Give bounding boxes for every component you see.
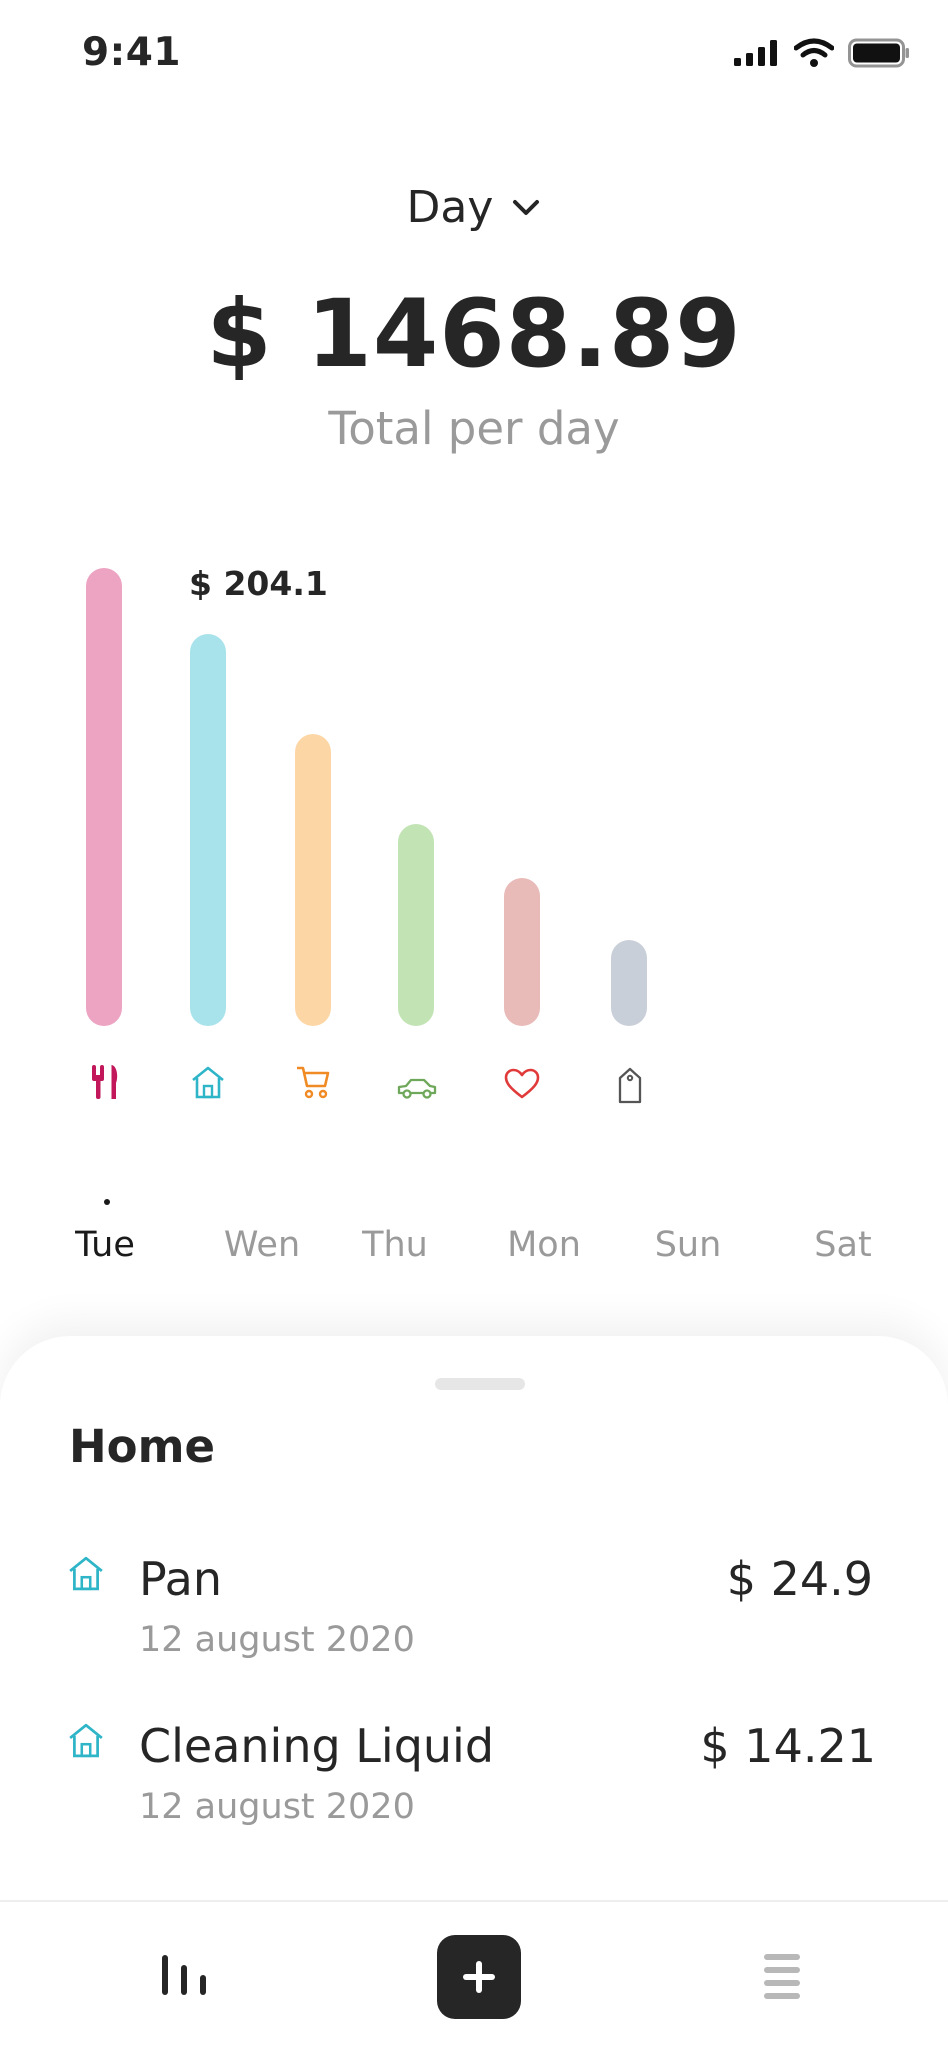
bar-food[interactable]: [86, 568, 122, 1026]
chevron-down-icon: [513, 199, 540, 215]
item-date: 12 august 2020: [139, 1620, 415, 1660]
signal-icon: [734, 40, 777, 66]
home-icon: [67, 1554, 107, 1594]
bar-health[interactable]: [504, 878, 540, 1026]
car-svg: [397, 1078, 437, 1099]
day-sat[interactable]: Sat: [814, 1225, 871, 1265]
period-selector[interactable]: Day: [0, 182, 948, 233]
day-mon[interactable]: Mon: [507, 1225, 581, 1265]
total-caption: Total per day: [328, 402, 620, 455]
item-name: Cleaning Liquid: [139, 1719, 495, 1773]
status-time: 9:41: [82, 30, 182, 75]
spending-chart: $ 204.1: [0, 540, 948, 1140]
menu-icon[interactable]: [762, 1953, 802, 2003]
cart-icon[interactable]: [293, 1060, 333, 1104]
list-item[interactable]: Cleaning Liquid 12 august 2020 $ 14.21: [0, 1707, 948, 1837]
plus-icon: [463, 1961, 495, 1993]
fork-knife-svg: [92, 1065, 118, 1099]
active-day-dot: [104, 1199, 110, 1205]
fork-knife-icon[interactable]: [85, 1060, 125, 1104]
sheet-title: Home: [69, 1420, 215, 1473]
battery-icon: [848, 38, 909, 68]
heart-icon[interactable]: [502, 1062, 542, 1106]
bar-other[interactable]: [611, 940, 647, 1026]
sheet-handle[interactable]: [435, 1378, 525, 1390]
item-amount: $ 24.9: [726, 1552, 873, 1606]
total-amount: $ 1468.89: [206, 280, 742, 389]
bar-home[interactable]: [190, 634, 226, 1026]
day-selector: Tue Wen Thu Mon Sun Sat: [0, 1225, 948, 1285]
tag-icon[interactable]: [610, 1064, 650, 1108]
heart-svg: [504, 1068, 540, 1099]
day-thu[interactable]: Thu: [362, 1225, 428, 1265]
car-icon[interactable]: [395, 1066, 439, 1110]
item-name: Pan: [139, 1552, 223, 1606]
day-tue[interactable]: Tue: [75, 1225, 135, 1265]
highlight-label: $ 204.1: [189, 564, 328, 603]
item-date: 12 august 2020: [139, 1787, 415, 1827]
home-svg: [192, 1066, 224, 1099]
bar-transport[interactable]: [398, 824, 434, 1026]
item-amount: $ 14.21: [700, 1719, 876, 1773]
home-icon[interactable]: [188, 1060, 228, 1104]
cart-svg: [297, 1066, 330, 1099]
tag-svg: [618, 1067, 642, 1104]
day-wen[interactable]: Wen: [224, 1225, 300, 1265]
add-button[interactable]: [437, 1935, 521, 2019]
home-icon: [67, 1721, 107, 1761]
wifi-icon: [794, 38, 834, 67]
period-label: Day: [406, 182, 494, 233]
list-item[interactable]: Pan 12 august 2020 $ 24.9: [0, 1540, 948, 1670]
day-sun[interactable]: Sun: [655, 1225, 722, 1265]
status-icons: [734, 38, 910, 68]
bar-shopping[interactable]: [295, 734, 331, 1026]
stats-icon[interactable]: [159, 1955, 213, 2001]
